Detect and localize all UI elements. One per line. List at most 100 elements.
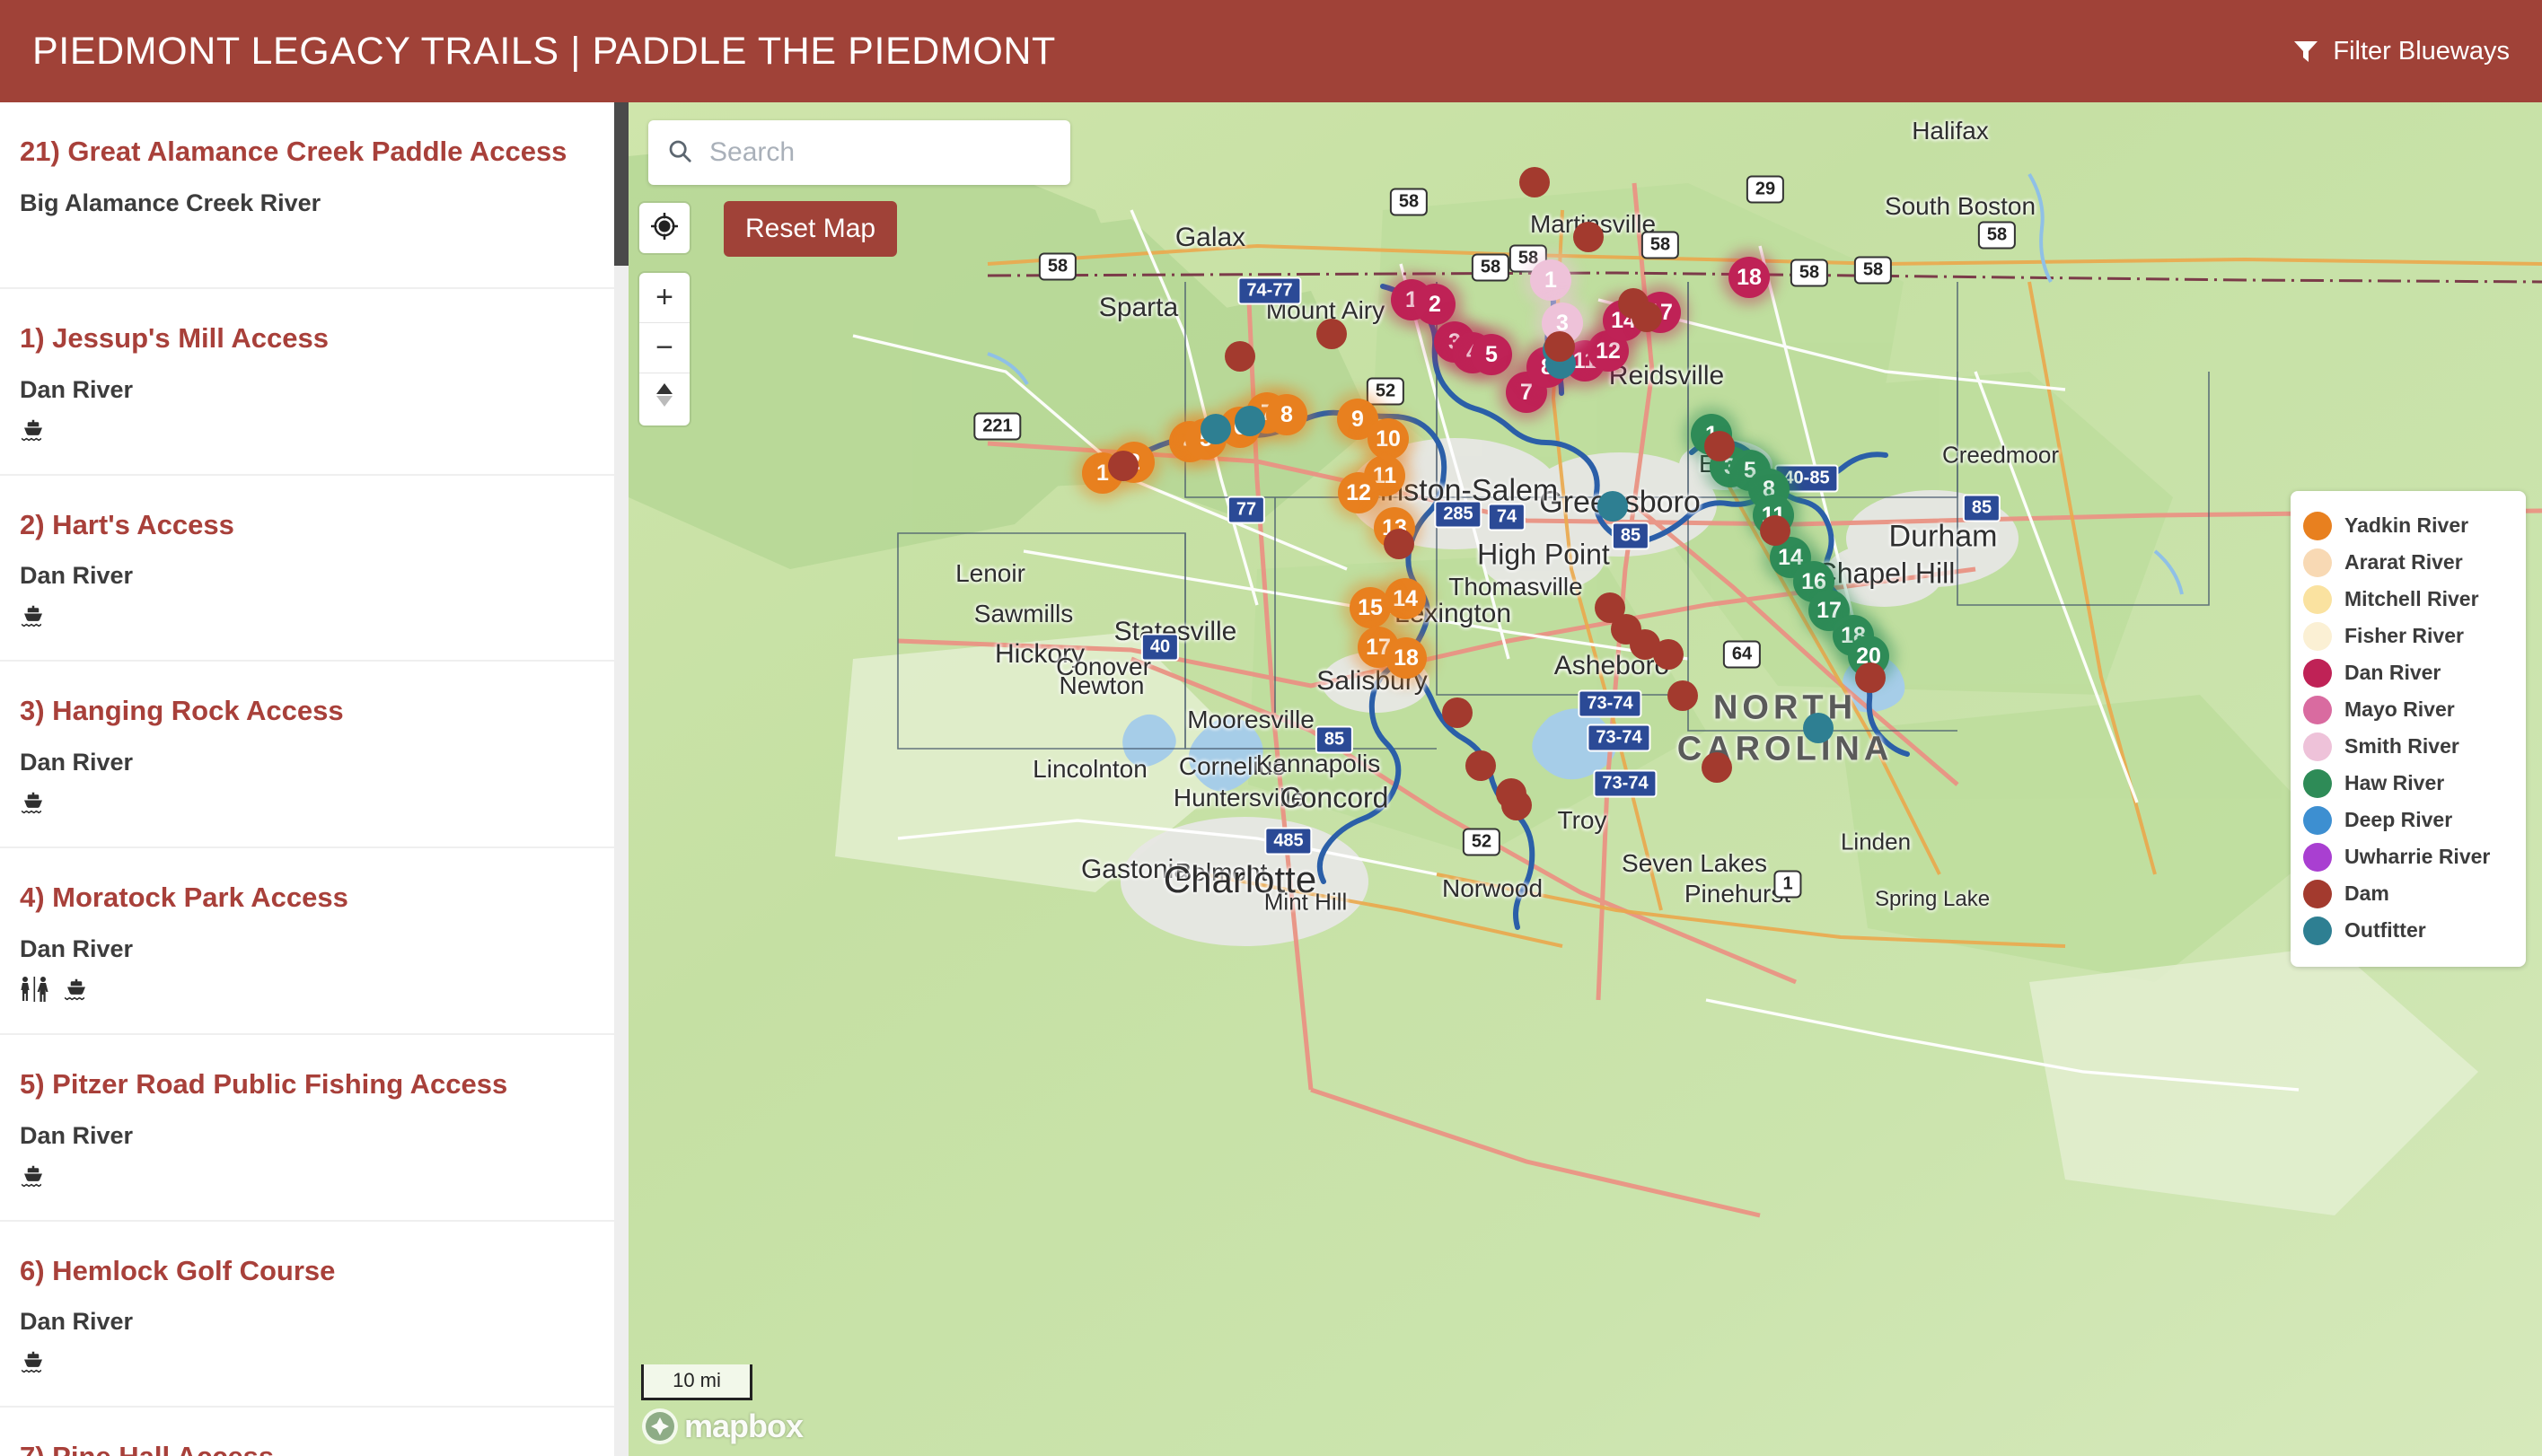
legend-color-swatch bbox=[2303, 916, 2332, 945]
map-marker[interactable] bbox=[1544, 331, 1575, 362]
map-marker[interactable] bbox=[1519, 167, 1550, 197]
access-point-amenities bbox=[20, 228, 609, 259]
map-marker[interactable] bbox=[1235, 406, 1265, 436]
map-marker[interactable] bbox=[1855, 662, 1886, 693]
access-point-title: 1) Jessup's Mill Access bbox=[20, 321, 329, 354]
access-point-river: Dan River bbox=[20, 375, 134, 403]
map-marker[interactable]: 15 bbox=[1350, 587, 1391, 628]
access-point-card[interactable]: 3) Hanging Rock Access Dan River bbox=[0, 662, 629, 848]
map-marker[interactable]: 10 bbox=[1368, 418, 1409, 460]
map-view[interactable]: HalifaxSouth BostonMartinsvilleGalaxMoun… bbox=[629, 102, 2542, 1456]
geolocate-icon bbox=[650, 212, 679, 244]
access-point-card[interactable]: 1) Jessup's Mill Access Dan River bbox=[0, 288, 629, 476]
filter-blueways-button[interactable]: Filter Blueways bbox=[2293, 37, 2510, 66]
access-point-card[interactable]: 2) Hart's Access Dan River bbox=[0, 475, 629, 662]
search-input[interactable] bbox=[709, 137, 1052, 168]
boat-ramp-icon bbox=[20, 789, 47, 816]
mapbox-wordmark: mapbox bbox=[684, 1408, 804, 1444]
legend-label: Fisher River bbox=[2344, 624, 2464, 647]
map-marker[interactable] bbox=[1201, 414, 1231, 444]
legend-color-swatch bbox=[2303, 658, 2332, 688]
legend-color-swatch bbox=[2303, 511, 2332, 540]
access-point-card[interactable]: 5) Pitzer Road Public Fishing Access Dan … bbox=[0, 1034, 629, 1222]
map-marker[interactable] bbox=[1384, 529, 1414, 559]
map-marker[interactable]: 18 bbox=[1728, 257, 1770, 298]
map-marker[interactable] bbox=[1760, 515, 1790, 546]
access-points-sidebar[interactable]: 21) Great Alamance Creek Paddle Access Bi… bbox=[0, 102, 629, 1456]
access-point-river: Dan River bbox=[20, 1308, 134, 1336]
access-point-amenities bbox=[20, 974, 609, 1004]
legend-row[interactable]: Fisher River bbox=[2303, 618, 2513, 654]
map-marker[interactable] bbox=[1653, 639, 1684, 670]
geolocate-button[interactable] bbox=[639, 203, 690, 253]
legend-label: Mayo River bbox=[2344, 697, 2455, 721]
legend-label: Dan River bbox=[2344, 661, 2441, 684]
map-marker[interactable] bbox=[1316, 319, 1347, 349]
map-marker[interactable]: 5 bbox=[1471, 334, 1512, 375]
map-marker[interactable] bbox=[1225, 341, 1255, 372]
map-marker[interactable] bbox=[1597, 491, 1628, 522]
legend-row[interactable]: Dan River bbox=[2303, 654, 2513, 691]
legend-row[interactable]: Outfitter bbox=[2303, 912, 2513, 949]
access-point-title: 6) Hemlock Golf Course bbox=[20, 1254, 336, 1286]
legend-row[interactable]: Ararat River bbox=[2303, 544, 2513, 581]
map-marker[interactable]: 18 bbox=[1385, 637, 1427, 679]
map-marker[interactable] bbox=[1108, 451, 1139, 481]
boat-ramp-icon bbox=[20, 417, 47, 443]
restroom-icon bbox=[21, 976, 48, 1002]
legend-row[interactable]: Haw River bbox=[2303, 765, 2513, 802]
sidebar-scrollbar-thumb[interactable] bbox=[614, 102, 629, 266]
legend-row[interactable]: Mitchell River bbox=[2303, 581, 2513, 618]
map-marker[interactable] bbox=[1704, 431, 1735, 461]
boat-ramp-icon bbox=[22, 1165, 42, 1187]
map-marker[interactable]: 14 bbox=[1385, 578, 1426, 619]
map-legend: Yadkin River Ararat River Mitchell River Fi… bbox=[2291, 491, 2526, 967]
access-point-card[interactable]: 4) Moratock Park Access Dan River bbox=[0, 848, 629, 1035]
legend-row[interactable]: Mayo River bbox=[2303, 691, 2513, 728]
access-point-card[interactable]: 6) Hemlock Golf Course Dan River bbox=[0, 1221, 629, 1408]
sidebar-scrollbar-track[interactable] bbox=[614, 102, 629, 1456]
mapbox-logo[interactable]: mapbox bbox=[641, 1408, 804, 1445]
map-marker[interactable] bbox=[1702, 752, 1732, 783]
map-marker[interactable] bbox=[1501, 790, 1532, 820]
legend-color-swatch bbox=[2303, 768, 2332, 798]
boat-ramp-icon bbox=[22, 792, 42, 814]
legend-row[interactable]: Yadkin River bbox=[2303, 507, 2513, 544]
legend-label: Mitchell River bbox=[2344, 587, 2479, 610]
legend-color-swatch bbox=[2303, 621, 2332, 651]
map-marker[interactable] bbox=[1573, 222, 1604, 252]
legend-label: Ararat River bbox=[2344, 550, 2463, 574]
zoom-out-button[interactable]: − bbox=[639, 323, 690, 373]
map-marker[interactable]: 8 bbox=[1266, 394, 1307, 435]
access-point-river: Dan River bbox=[20, 1121, 134, 1149]
legend-label: Smith River bbox=[2344, 734, 2459, 758]
map-marker[interactable] bbox=[1632, 302, 1662, 332]
compass-icon bbox=[653, 380, 676, 418]
access-point-card[interactable]: 21) Great Alamance Creek Paddle Access Bi… bbox=[0, 102, 629, 289]
map-marker[interactable] bbox=[1465, 750, 1496, 781]
access-point-title: 4) Moratock Park Access bbox=[20, 881, 348, 913]
map-marker[interactable] bbox=[1667, 680, 1698, 711]
legend-row[interactable]: Dam bbox=[2303, 875, 2513, 912]
legend-row[interactable]: Smith River bbox=[2303, 728, 2513, 765]
legend-row[interactable]: Uwharrie River bbox=[2303, 838, 2513, 875]
legend-color-swatch bbox=[2303, 879, 2332, 908]
map-marker[interactable] bbox=[1442, 697, 1473, 728]
reset-map-button[interactable]: Reset Map bbox=[724, 201, 898, 257]
map-search-box[interactable] bbox=[648, 120, 1070, 185]
boat-ramp-icon bbox=[20, 602, 47, 629]
boat-ramp-icon bbox=[20, 1348, 47, 1375]
access-point-card[interactable]: 7) Pine Hall AccessDan River bbox=[0, 1408, 629, 1456]
map-marker[interactable]: 1 bbox=[1530, 259, 1571, 301]
legend-label: Deep River bbox=[2344, 808, 2453, 831]
legend-row[interactable]: Deep River bbox=[2303, 802, 2513, 838]
zoom-in-button[interactable]: + bbox=[639, 273, 690, 323]
map-marker[interactable] bbox=[1803, 713, 1834, 743]
compass-button[interactable] bbox=[639, 373, 690, 424]
legend-color-swatch bbox=[2303, 695, 2332, 724]
legend-color-swatch bbox=[2303, 805, 2332, 835]
map-marker[interactable]: 2 bbox=[1414, 284, 1456, 325]
map-marker[interactable]: 12 bbox=[1338, 472, 1379, 513]
access-point-river: Dan River bbox=[20, 749, 134, 776]
zoom-controls[interactable]: + − bbox=[639, 273, 690, 425]
